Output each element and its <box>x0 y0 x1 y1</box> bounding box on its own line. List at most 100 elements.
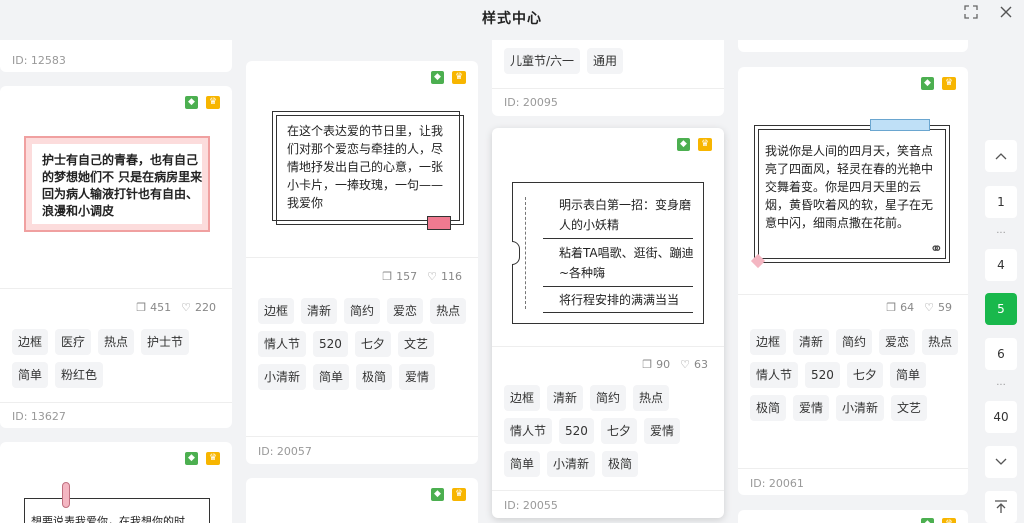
fullscreen-button[interactable] <box>961 2 981 22</box>
tag[interactable]: 边框 <box>504 385 541 411</box>
tag[interactable]: 极简 <box>356 364 393 390</box>
tag[interactable]: 文艺 <box>891 395 928 421</box>
tag[interactable]: 爱情 <box>399 364 436 390</box>
tag[interactable]: 七夕 <box>846 362 883 388</box>
bookmark-icon[interactable]: ◆ <box>431 488 444 501</box>
page-button[interactable]: 6 <box>985 338 1017 370</box>
tag[interactable]: 文艺 <box>397 331 434 357</box>
page-ellipsis: ... <box>996 225 1006 236</box>
heart-icon[interactable]: ♡ <box>181 301 191 314</box>
tag[interactable]: 520 <box>559 418 594 444</box>
template-card[interactable]: 儿童节/六一 通用 ID: 20095 <box>492 40 724 116</box>
tag[interactable]: 热点 <box>633 385 670 411</box>
bookmark-icon[interactable]: ◆ <box>185 96 198 109</box>
page-button[interactable]: 40 <box>985 401 1017 433</box>
close-button[interactable] <box>996 2 1016 22</box>
tag[interactable]: 通用 <box>587 48 624 74</box>
preview-text: 想要说表我爱你，在我想你的时 <box>31 515 185 523</box>
like-count: 63 <box>694 358 708 371</box>
clip-decoration <box>427 216 451 230</box>
tag[interactable]: 边框 <box>750 329 787 355</box>
tag[interactable]: 情人节 <box>504 418 553 444</box>
template-card-selected[interactable]: ◆ ♛ 明示表白第一招：变身磨人的小妖精 粘着TA唱歌、逛街、蹦迪~各种嗨 将行… <box>492 128 724 518</box>
tag[interactable]: 情人节 <box>750 362 799 388</box>
close-icon <box>1000 6 1012 18</box>
card-id: ID: 20057 <box>258 445 312 458</box>
back-to-top-button[interactable] <box>985 491 1017 523</box>
bookmark-icon[interactable]: ◆ <box>921 77 934 90</box>
template-preview: 我说你是人间的四月天，笑音点亮了四面风，轻灵在春的光艳中交舞着变。你是四月天里的… <box>750 125 950 269</box>
preview-line: 明示表白第一招：变身磨人的小妖精 <box>559 198 692 232</box>
template-card[interactable]: ID: 12583 <box>0 40 232 72</box>
preview-line: 粘着TA唱歌、逛街、蹦迪~各种嗨 <box>559 246 694 280</box>
tag[interactable]: 极简 <box>750 395 787 421</box>
tag[interactable]: 热点 <box>922 329 959 355</box>
tag[interactable]: 小清新 <box>258 364 307 390</box>
tag[interactable]: 爱情 <box>793 395 830 421</box>
tag[interactable]: 简单 <box>12 362 49 388</box>
tag[interactable]: 情人节 <box>258 331 307 357</box>
tag[interactable]: 护士节 <box>141 329 190 355</box>
tag[interactable]: 七夕 <box>354 331 391 357</box>
tag[interactable]: 清新 <box>547 385 584 411</box>
like-count: 220 <box>195 301 216 314</box>
tag[interactable]: 儿童节/六一 <box>504 48 581 74</box>
tag[interactable]: 医疗 <box>55 329 92 355</box>
tag[interactable]: 简单 <box>889 362 926 388</box>
like-count: 116 <box>441 270 462 283</box>
template-preview: 明示表白第一招：变身磨人的小妖精 粘着TA唱歌、逛街、蹦迪~各种嗨 将行程安排的… <box>512 182 704 324</box>
card-id: ID: 12583 <box>12 54 66 67</box>
page-down-button[interactable] <box>985 446 1017 478</box>
crown-icon: ♛ <box>206 96 220 109</box>
tag[interactable]: 简约 <box>590 385 627 411</box>
page-button[interactable]: 4 <box>985 249 1017 281</box>
tag[interactable]: 粉红色 <box>55 362 104 388</box>
tag[interactable]: 简单 <box>504 451 541 477</box>
template-card[interactable]: ◆ ♛ 想要说表我爱你，在我想你的时 <box>0 442 232 523</box>
tag[interactable]: 简约 <box>344 298 381 324</box>
template-card[interactable]: ◆ ♛ 护士有自己的青春，也有自己的梦想她们不 只是在病房里来回为病人输液打针也… <box>0 86 232 428</box>
bookmark-icon[interactable]: ◆ <box>185 452 198 465</box>
tag[interactable]: 清新 <box>793 329 830 355</box>
page-button-current[interactable]: 5 <box>985 293 1017 325</box>
heart-icon[interactable]: ♡ <box>427 270 437 283</box>
tag[interactable]: 爱恋 <box>879 329 916 355</box>
clip-decoration <box>62 482 70 508</box>
page-button[interactable]: 1 <box>985 186 1017 218</box>
tag[interactable]: 爱恋 <box>387 298 424 324</box>
tag[interactable]: 520 <box>313 331 348 357</box>
bookmark-icon[interactable]: ◆ <box>677 138 690 151</box>
copy-icon: ❐ <box>382 270 393 283</box>
page-up-button[interactable] <box>985 140 1017 172</box>
tag[interactable]: 边框 <box>12 329 49 355</box>
template-card[interactable]: ◆ ♛ <box>246 478 478 523</box>
tag[interactable]: 边框 <box>258 298 295 324</box>
tag[interactable]: 520 <box>805 362 840 388</box>
tag[interactable]: 小清新 <box>547 451 596 477</box>
template-card[interactable]: ◆ ♛ <box>738 510 968 523</box>
copy-count: 451 <box>150 301 172 314</box>
bookmark-icon[interactable]: ◆ <box>431 71 444 84</box>
card-id: ID: 20055 <box>504 499 558 512</box>
template-card[interactable]: ◆ ♛ 在这个表达爱的节日里，让我们对那个爱恋与牵挂的人，尽情地抒发出自己的心意… <box>246 61 478 464</box>
tag[interactable]: 极简 <box>602 451 639 477</box>
page-ellipsis: ... <box>996 377 1006 388</box>
tag[interactable]: 小清新 <box>836 395 885 421</box>
bookmark-icon[interactable]: ◆ <box>921 518 934 523</box>
heart-icon[interactable]: ♡ <box>680 358 690 371</box>
template-card[interactable] <box>738 40 968 52</box>
tag[interactable]: 爱情 <box>643 418 680 444</box>
heart-icon[interactable]: ♡ <box>924 301 934 314</box>
tag[interactable]: 简单 <box>313 364 350 390</box>
tag[interactable]: 清新 <box>301 298 338 324</box>
template-card[interactable]: ◆ ♛ 我说你是人间的四月天，笑音点亮了四面风，轻灵在春的光艳中交舞着变。你是四… <box>738 67 968 495</box>
tag[interactable]: 简约 <box>836 329 873 355</box>
template-preview: 护士有自己的青春，也有自己的梦想她们不 只是在病房里来回为病人输液打针也有自由、… <box>24 136 210 232</box>
template-preview: 想要说表我爱你，在我想你的时 <box>24 498 210 523</box>
card-id: ID: 13627 <box>12 410 66 423</box>
crown-icon: ♛ <box>452 488 466 501</box>
tag[interactable]: 热点 <box>98 329 135 355</box>
tag[interactable]: 热点 <box>430 298 467 324</box>
crown-icon: ♛ <box>206 452 220 465</box>
tag[interactable]: 七夕 <box>600 418 637 444</box>
